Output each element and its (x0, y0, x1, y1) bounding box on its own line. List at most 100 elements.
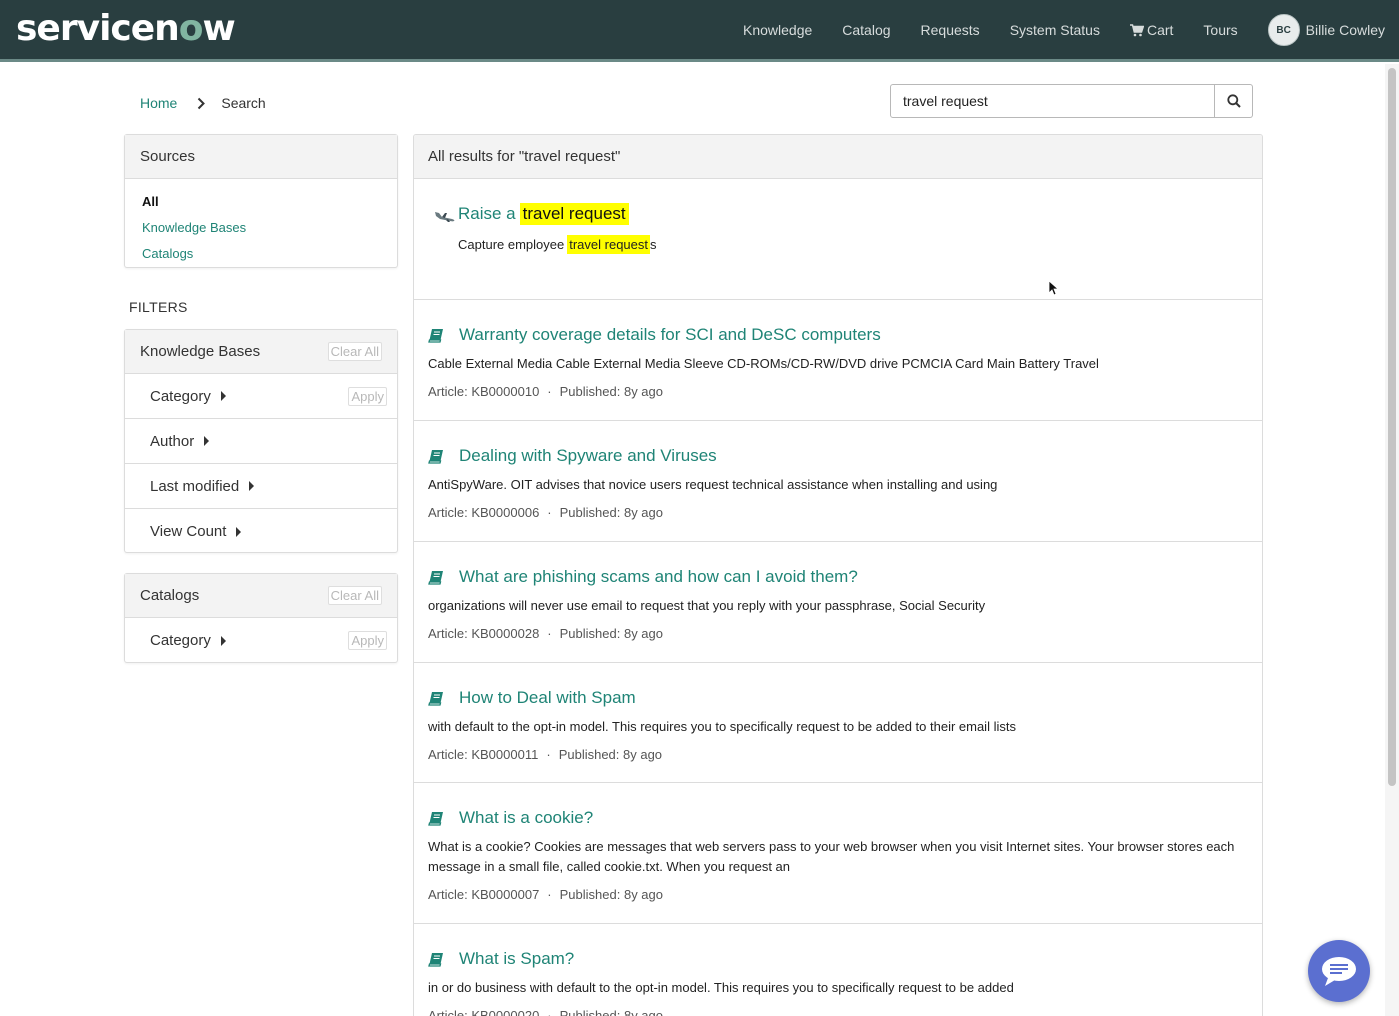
article-number: Article: KB0000010 (428, 384, 540, 399)
source-item-knowledge-bases[interactable]: Knowledge Bases (142, 215, 380, 241)
article-meta: Article: KB0000007 · Published: 8y ago (428, 887, 1248, 902)
catalog-desc-prefix: Capture employee (458, 237, 565, 252)
kb-clear-all-button[interactable]: Clear All (327, 342, 382, 361)
article-snippet: What is a cookie? Cookies are messages t… (428, 839, 1235, 874)
article-result: What are phishing scams and how can I av… (414, 542, 1262, 663)
kb-filter-header: Knowledge Bases Clear All (125, 330, 397, 374)
article-result: How to Deal with Spam with default to th… (414, 663, 1262, 783)
nav-knowledge[interactable]: Knowledge (743, 22, 812, 38)
avatar: BC (1267, 14, 1300, 46)
breadcrumb-current: Search (221, 95, 266, 111)
filter-kb-author[interactable]: Author (125, 419, 397, 464)
book-icon (428, 811, 444, 826)
nav-system-status[interactable]: System Status (1010, 22, 1100, 38)
filter-label: View Count (150, 523, 227, 540)
meta-separator: · (546, 747, 551, 762)
breadcrumb: Home Search (140, 95, 266, 111)
book-icon (428, 952, 444, 967)
search-bar (890, 84, 1253, 118)
source-item-all[interactable]: All (142, 189, 380, 215)
article-result: What is Spam? in or do business with def… (414, 924, 1262, 1016)
search-button[interactable] (1215, 84, 1253, 118)
article-result: What is a cookie? What is a cookie? Cook… (414, 783, 1262, 924)
article-number: Article: KB0000028 (428, 626, 540, 641)
mouse-cursor-icon (1048, 280, 1060, 301)
catalog-filter-header: Catalogs Clear All (125, 574, 397, 618)
catalog-category-apply-button[interactable]: Apply (348, 631, 387, 650)
user-menu[interactable]: BC Billie Cowley (1267, 14, 1385, 46)
main-nav: Knowledge Catalog Requests System Status… (713, 0, 1385, 60)
article-title[interactable]: What are phishing scams and how can I av… (459, 567, 858, 587)
filter-label: Category (150, 387, 211, 405)
search-icon (1226, 94, 1241, 108)
catalog-desc-suffix: s (650, 237, 657, 252)
filter-catalog-category[interactable]: Category Apply (125, 618, 397, 663)
catalog-clear-all-button[interactable]: Clear All (327, 586, 382, 605)
kb-category-apply-button[interactable]: Apply (348, 386, 387, 406)
nav-cart[interactable]: Cart (1129, 22, 1173, 38)
search-results-panel: All results for "travel request" Raise a… (413, 134, 1263, 1016)
filter-kb-last-modified[interactable]: Last modified (125, 464, 397, 509)
book-icon (428, 570, 444, 585)
article-number: Article: KB0000006 (428, 505, 540, 520)
sources-panel-header: Sources (125, 135, 397, 179)
article-published: Published: 8y ago (559, 505, 663, 520)
book-icon (428, 328, 444, 343)
article-published: Published: 8y ago (559, 384, 663, 399)
filters-title: FILTERS (129, 299, 188, 315)
caret-right-icon (204, 436, 210, 446)
airplane-icon (434, 209, 456, 228)
article-number: Article: KB0000011 (428, 747, 539, 762)
meta-separator: · (547, 887, 552, 902)
breadcrumb-home[interactable]: Home (140, 95, 177, 111)
article-title[interactable]: Warranty coverage details for SCI and De… (459, 325, 881, 345)
nav-requests[interactable]: Requests (921, 22, 980, 38)
catalog-title-prefix: Raise a (458, 204, 516, 223)
nav-tours[interactable]: Tours (1203, 22, 1237, 38)
article-meta: Article: KB0000028 · Published: 8y ago (428, 626, 1248, 641)
article-snippet: in or do business with default to the op… (428, 980, 1014, 995)
caret-right-icon (220, 635, 226, 646)
sources-list: All Knowledge Bases Catalogs (125, 179, 397, 271)
article-results: Warranty coverage details for SCI and De… (414, 300, 1262, 1016)
article-title[interactable]: How to Deal with Spam (459, 688, 636, 708)
cart-icon (1129, 23, 1144, 36)
catalog-filter-title: Catalogs (140, 587, 200, 604)
top-navigation-bar: servicenow Knowledge Catalog Requests Sy… (0, 0, 1399, 62)
source-item-catalogs[interactable]: Catalogs (142, 241, 380, 267)
search-input[interactable] (890, 84, 1216, 118)
user-name: Billie Cowley (1305, 22, 1385, 38)
chat-button[interactable] (1308, 940, 1370, 1002)
article-published: Published: 8y ago (559, 887, 663, 902)
catalog-result-title[interactable]: Raise a travel request (458, 203, 629, 225)
book-icon (428, 691, 444, 706)
results-heading: All results for "travel request" (414, 135, 1262, 179)
kb-filter-panel: Knowledge Bases Clear All Category Apply… (124, 329, 398, 553)
page-scrollbar[interactable] (1385, 64, 1399, 1016)
meta-separator: · (547, 1008, 552, 1016)
filter-label: Author (150, 432, 195, 450)
filter-label: Last modified (150, 477, 240, 495)
article-result: Warranty coverage details for SCI and De… (414, 300, 1262, 421)
sources-title: Sources (140, 148, 196, 165)
sources-panel: Sources All Knowledge Bases Catalogs (124, 134, 398, 268)
article-meta: Article: KB0000010 · Published: 8y ago (428, 384, 1248, 399)
caret-right-icon (236, 526, 242, 537)
article-meta: Article: KB0000006 · Published: 8y ago (428, 505, 1248, 520)
article-title[interactable]: What is Spam? (459, 949, 574, 969)
scrollbar-thumb[interactable] (1388, 68, 1396, 786)
nav-catalog[interactable]: Catalog (842, 22, 890, 38)
article-title[interactable]: Dealing with Spyware and Viruses (459, 446, 717, 466)
article-meta: Article: KB0000011 · Published: 8y ago (428, 747, 1248, 762)
article-published: Published: 8y ago (559, 626, 663, 641)
article-snippet: Cable External Media Cable External Medi… (428, 356, 1099, 371)
caret-right-icon (220, 391, 226, 401)
filter-kb-view-count[interactable]: View Count (125, 509, 397, 554)
filter-kb-category[interactable]: Category Apply (125, 374, 397, 419)
article-published: Published: 8y ago (559, 1008, 663, 1016)
servicenow-logo[interactable]: servicenow (16, 8, 236, 49)
article-title[interactable]: What is a cookie? (459, 808, 593, 828)
article-number: Article: KB0000007 (428, 887, 540, 902)
article-snippet: with default to the opt-in model. This r… (428, 719, 1016, 734)
article-meta: Article: KB0000020 · Published: 8y ago (428, 1008, 1248, 1016)
